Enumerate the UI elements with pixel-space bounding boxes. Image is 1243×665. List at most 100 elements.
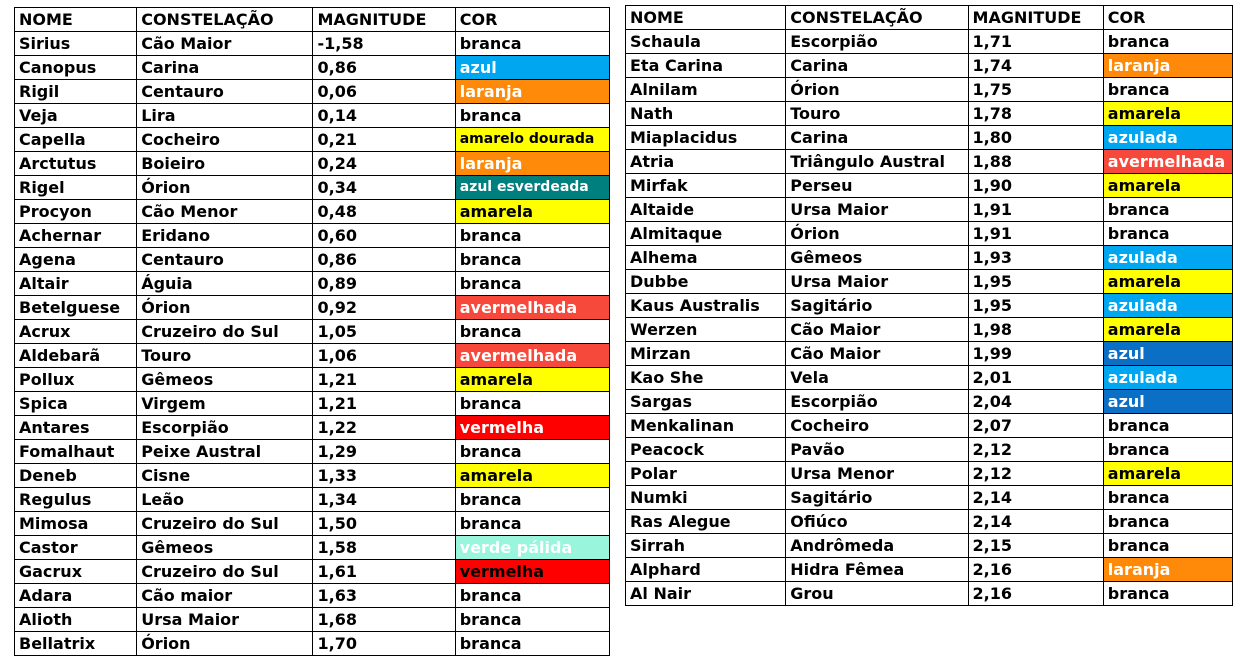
cell-nome: Aldebarã bbox=[13, 343, 138, 368]
cell-cor: amarela bbox=[454, 199, 611, 224]
cell-magnitude: 2,15 bbox=[967, 533, 1104, 558]
table-row: Spica Virgem 1,21 branca bbox=[13, 391, 611, 416]
cell-cor: branca bbox=[1102, 509, 1234, 534]
table-row: Sirius Cão Maior -1,58 branca bbox=[13, 31, 611, 56]
cell-nome: Rigil bbox=[13, 79, 138, 104]
cell-cor: branca bbox=[454, 487, 611, 512]
cell-nome: Alhema bbox=[624, 245, 787, 270]
table-row: Adara Cão maior 1,63 branca bbox=[13, 583, 611, 608]
cell-constelacao: Cruzeiro do Sul bbox=[136, 559, 314, 584]
cell-nome: Sirius bbox=[13, 31, 138, 56]
cell-nome: Alphard bbox=[624, 557, 787, 582]
cell-cor: branca bbox=[454, 631, 611, 656]
header-magnitude: MAGNITUDE bbox=[967, 5, 1104, 30]
table-row: Kaus Australis Sagitário 1,95 azulada bbox=[624, 293, 1234, 318]
table-row: Deneb Cisne 1,33 amarela bbox=[13, 463, 611, 488]
cell-constelacao: Grou bbox=[785, 581, 969, 606]
table-row: Peacock Pavão 2,12 branca bbox=[624, 437, 1234, 462]
cell-cor: laranja bbox=[1102, 557, 1234, 582]
cell-nome: Altaide bbox=[624, 197, 787, 222]
cell-cor: laranja bbox=[454, 79, 611, 104]
table-row: Almitaque Órion 1,91 branca bbox=[624, 221, 1234, 246]
cell-constelacao: Virgem bbox=[136, 391, 314, 416]
table-row: Mirzan Cão Maior 1,99 azul bbox=[624, 341, 1234, 366]
table-row: Agena Centauro 0,86 branca bbox=[13, 247, 611, 272]
table-row: Mirfak Perseu 1,90 amarela bbox=[624, 173, 1234, 198]
cell-nome: Polar bbox=[624, 461, 787, 486]
cell-magnitude: 2,14 bbox=[967, 485, 1104, 510]
cell-nome: Achernar bbox=[13, 223, 138, 248]
table-row: Miaplacidus Carina 1,80 azulada bbox=[624, 125, 1234, 150]
cell-cor: vermelha bbox=[454, 415, 611, 440]
cell-nome: Acrux bbox=[13, 319, 138, 344]
cell-nome: Kaus Australis bbox=[624, 293, 787, 318]
table-row: Gacrux Cruzeiro do Sul 1,61 vermelha bbox=[13, 559, 611, 584]
header-cor: COR bbox=[454, 7, 611, 32]
cell-cor: avermelhada bbox=[454, 343, 611, 368]
cell-constelacao: Cocheiro bbox=[136, 127, 314, 152]
cell-cor: branca bbox=[1102, 581, 1234, 606]
cell-nome: Procyon bbox=[13, 199, 138, 224]
cell-cor: azulada bbox=[1102, 125, 1234, 150]
cell-cor: branca bbox=[454, 247, 611, 272]
cell-cor: branca bbox=[1102, 533, 1234, 558]
cell-constelacao: Cruzeiro do Sul bbox=[136, 319, 314, 344]
cell-cor: azulada bbox=[1102, 293, 1234, 318]
header-nome: NOME bbox=[624, 5, 787, 30]
cell-cor: amarela bbox=[1102, 269, 1234, 294]
cell-nome: Schaula bbox=[624, 29, 787, 54]
cell-constelacao: Órion bbox=[136, 631, 314, 656]
cell-magnitude: 1,78 bbox=[967, 101, 1104, 126]
cell-cor: branca bbox=[454, 223, 611, 248]
cell-constelacao: Cão Maior bbox=[785, 341, 969, 366]
cell-constelacao: Órion bbox=[136, 175, 314, 200]
cell-constelacao: Cisne bbox=[136, 463, 314, 488]
cell-cor: branca bbox=[454, 31, 611, 56]
cell-cor: azulada bbox=[1102, 365, 1234, 390]
cell-constelacao: Lira bbox=[136, 103, 314, 128]
cell-constelacao: Órion bbox=[136, 295, 314, 320]
cell-magnitude: 1,34 bbox=[312, 487, 456, 512]
cell-nome: Menkalinan bbox=[624, 413, 787, 438]
cell-magnitude: 2,12 bbox=[967, 461, 1104, 486]
cell-constelacao: Ursa Menor bbox=[785, 461, 969, 486]
cell-cor: branca bbox=[1102, 437, 1234, 462]
cell-cor: branca bbox=[1102, 413, 1234, 438]
table-row: Achernar Eridano 0,60 branca bbox=[13, 223, 611, 248]
cell-nome: Capella bbox=[13, 127, 138, 152]
cell-magnitude: 2,07 bbox=[967, 413, 1104, 438]
cell-magnitude: 0,24 bbox=[312, 151, 456, 176]
table-row: Castor Gêmeos 1,58 verde pálida bbox=[13, 535, 611, 560]
cell-constelacao: Escorpião bbox=[785, 389, 969, 414]
cell-magnitude: 1,99 bbox=[967, 341, 1104, 366]
cell-cor: branca bbox=[454, 103, 611, 128]
cell-magnitude: 1,71 bbox=[967, 29, 1104, 54]
cell-cor: branca bbox=[1102, 197, 1234, 222]
cell-nome: Gacrux bbox=[13, 559, 138, 584]
cell-magnitude: 1,98 bbox=[967, 317, 1104, 342]
cell-nome: Almitaque bbox=[624, 221, 787, 246]
cell-cor: branca bbox=[454, 319, 611, 344]
cell-magnitude: 1,50 bbox=[312, 511, 456, 536]
cell-magnitude: 0,60 bbox=[312, 223, 456, 248]
cell-cor: azul bbox=[454, 55, 611, 80]
cell-nome: Adara bbox=[13, 583, 138, 608]
cell-magnitude: 2,14 bbox=[967, 509, 1104, 534]
cell-cor: amarela bbox=[454, 463, 611, 488]
cell-constelacao: Triângulo Austral bbox=[785, 149, 969, 174]
table-row: Pollux Gêmeos 1,21 amarela bbox=[13, 367, 611, 392]
cell-constelacao: Órion bbox=[785, 221, 969, 246]
cell-nome: Fomalhaut bbox=[13, 439, 138, 464]
cell-nome: Dubbe bbox=[624, 269, 787, 294]
cell-nome: Deneb bbox=[13, 463, 138, 488]
cell-constelacao: Touro bbox=[785, 101, 969, 126]
cell-cor: branca bbox=[1102, 485, 1234, 510]
table-row: Mimosa Cruzeiro do Sul 1,50 branca bbox=[13, 511, 611, 536]
cell-constelacao: Andrômeda bbox=[785, 533, 969, 558]
cell-magnitude: 1,05 bbox=[312, 319, 456, 344]
cell-constelacao: Gêmeos bbox=[785, 245, 969, 270]
cell-magnitude: 1,06 bbox=[312, 343, 456, 368]
table-row: Kao She Vela 2,01 azulada bbox=[624, 365, 1234, 390]
cell-constelacao: Cocheiro bbox=[785, 413, 969, 438]
table-header-row: NOME CONSTELAÇÃO MAGNITUDE COR bbox=[13, 7, 611, 32]
